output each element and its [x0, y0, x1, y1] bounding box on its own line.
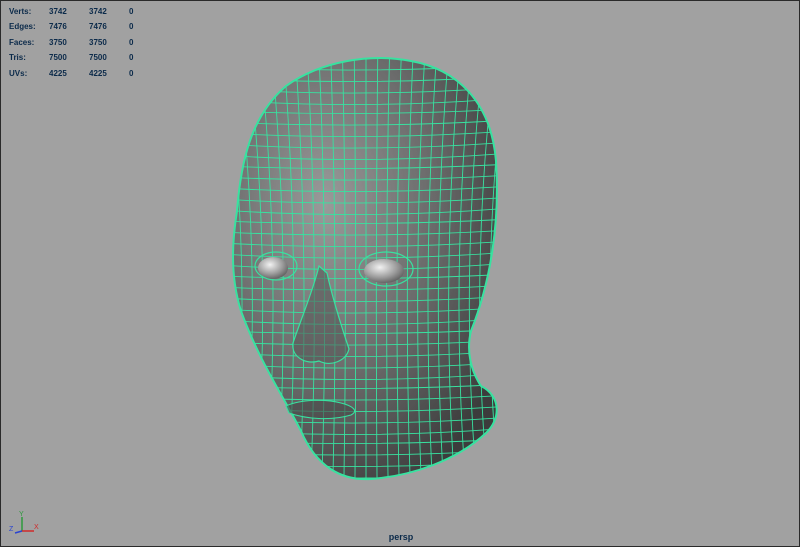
hud-visible-count: 7500: [89, 53, 107, 63]
hud-row: Tris: 7500 7500 0: [9, 50, 153, 65]
hud-visible-count: 3750: [89, 37, 107, 47]
hud-selected-count: 0: [129, 68, 134, 78]
hud-stat-label: Verts:: [9, 7, 32, 16]
hud-total-count: 7476: [49, 22, 67, 32]
hud-total-count: 4225: [49, 68, 67, 78]
camera-name-label: persp: [388, 532, 414, 542]
hud-row: Verts: 3742 3742 0: [9, 4, 153, 19]
hud-total-count: 3742: [49, 7, 67, 16]
poly-count-hud: Verts: 3742 3742 0 Edges: 7476 7476 0 Faces: 3750…: [9, 4, 153, 81]
hud-selected-count: 0: [129, 37, 134, 47]
hud-stat-label: UVs:: [9, 68, 28, 78]
perspective-viewport[interactable]: Verts: 3742 3742 0 Edges: 7476 7476 0 Faces: 3750…: [0, 0, 800, 547]
hud-visible-count: 3742: [89, 7, 107, 16]
hud-total-count: 7500: [49, 53, 67, 63]
hud-total-count: 3750: [49, 37, 67, 47]
hud-row: UVs: 4225 4225 0: [9, 66, 153, 81]
hud-selected-count: 0: [129, 7, 134, 16]
hud-visible-count: 4225: [89, 68, 107, 78]
hud-stat-label: Faces:: [9, 37, 35, 47]
head-mesh[interactable]: [1, 1, 799, 546]
hud-selected-count: 0: [129, 53, 134, 63]
hud-stat-label: Tris:: [9, 53, 26, 63]
hud-visible-count: 7476: [89, 22, 107, 32]
hud-row: Faces: 3750 3750 0: [9, 35, 153, 50]
axis-x-label: X: [34, 524, 39, 531]
axis-y-label: Y: [19, 511, 24, 518]
hud-row: Edges: 7476 7476 0: [9, 19, 153, 34]
hud-stat-label: Edges:: [9, 22, 36, 32]
hud-selected-count: 0: [129, 22, 134, 32]
